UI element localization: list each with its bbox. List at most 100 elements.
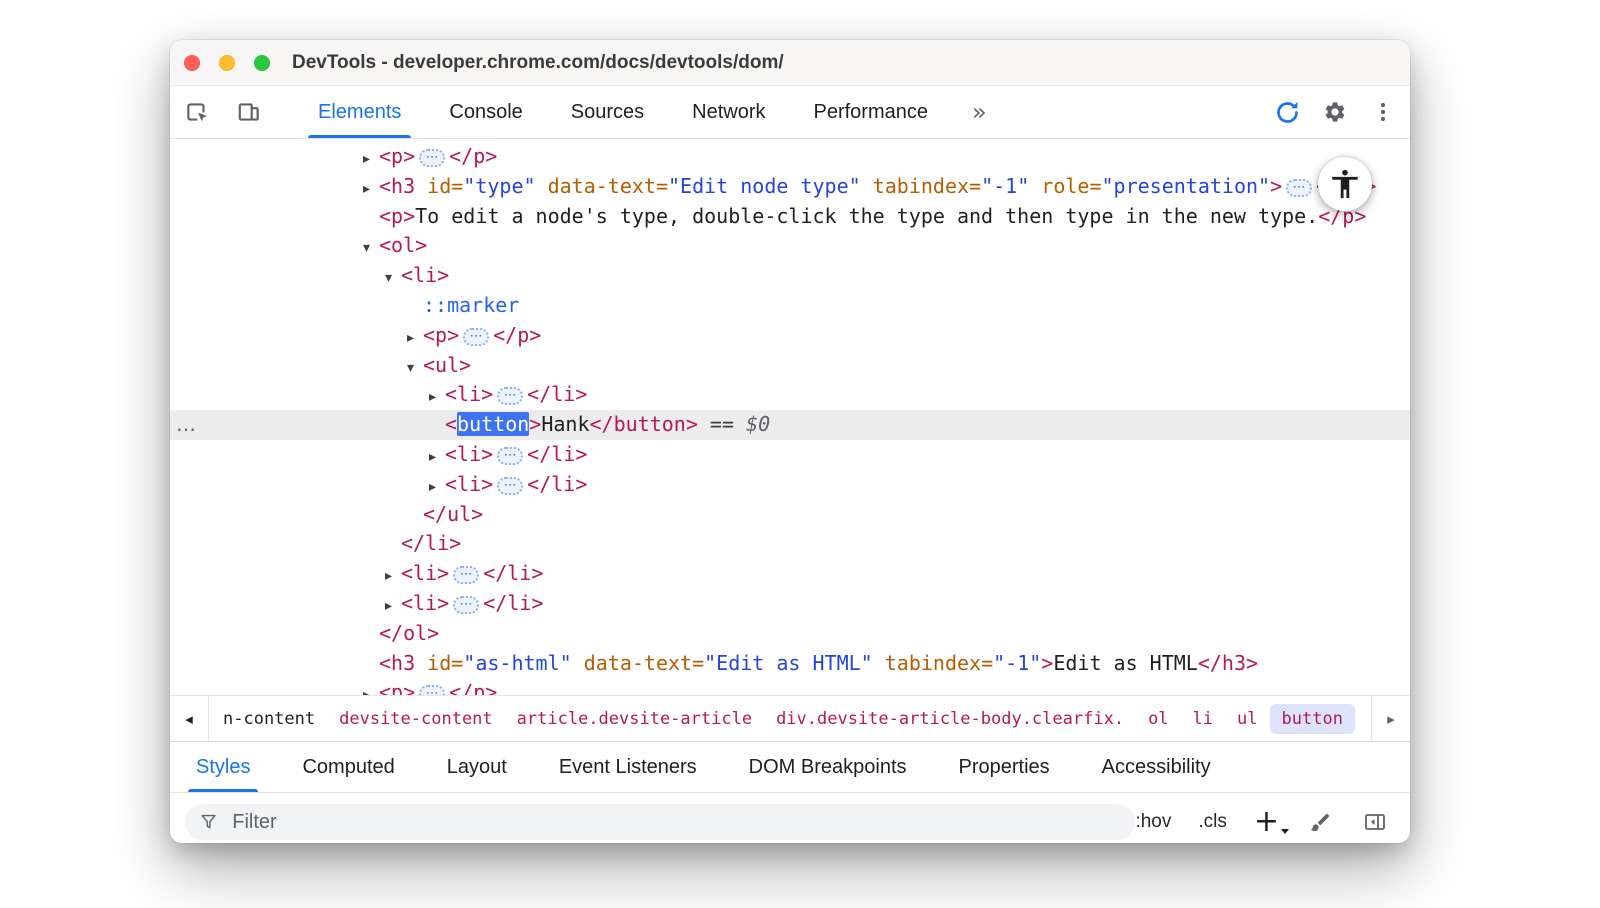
code-val: "type" (463, 174, 535, 198)
dom-tree-row[interactable]: ▸<p>⋯</p> (170, 321, 1410, 351)
dom-tree-row[interactable]: ▾<ol> (170, 231, 1410, 261)
disclosure-collapsed-icon[interactable]: ▸ (363, 175, 379, 205)
tab-elements[interactable]: Elements (294, 86, 425, 138)
expand-inline-icon[interactable]: ⋯ (419, 685, 445, 695)
breadcrumb-item-button[interactable]: button (1270, 704, 1355, 734)
dom-tree-row[interactable]: ▸<li>⋯</li> (170, 559, 1410, 589)
code-tag: > (1041, 651, 1053, 675)
code-tag: </li> (527, 442, 587, 466)
toggle-element-state-button[interactable]: :hov (1135, 811, 1171, 833)
tab-properties[interactable]: Properties (933, 742, 1076, 792)
reload-icon[interactable] (1268, 93, 1306, 131)
expand-inline-icon[interactable]: ⋯ (1286, 179, 1312, 197)
code-tag: <li> (445, 472, 493, 496)
breadcrumb-item-article-devsite-article[interactable]: article.devsite-article (505, 704, 764, 734)
dom-tree-row[interactable]: <h3 id="as-html" data-text="Edit as HTML… (170, 649, 1410, 679)
dom-tree-row[interactable]: </ol> (170, 619, 1410, 649)
dom-tree-row[interactable]: ▸<p>⋯</p> (170, 142, 1410, 172)
code-tag: </p> (449, 680, 497, 695)
disclosure-collapsed-icon[interactable]: ▸ (429, 383, 445, 413)
accessibility-cursor-icon (1318, 157, 1372, 211)
new-style-rule-button[interactable]: + (1254, 812, 1279, 832)
close-button[interactable] (184, 55, 200, 71)
styles-filter-input[interactable] (230, 810, 1121, 835)
panel-tabs: ElementsConsoleSourcesNetworkPerformance (294, 86, 952, 138)
tab-layout[interactable]: Layout (421, 742, 533, 792)
disclosure-expanded-icon[interactable]: ▾ (363, 234, 379, 264)
code-val: "-1" (993, 651, 1041, 675)
toggle-sidebar-icon[interactable] (1361, 808, 1389, 836)
tab-dom-breakpoints[interactable]: DOM Breakpoints (723, 742, 933, 792)
code-tag: </li> (527, 472, 587, 496)
row-more-actions-icon[interactable]: … (176, 410, 196, 440)
device-toolbar-icon[interactable] (230, 93, 268, 131)
expand-inline-icon[interactable]: ⋯ (463, 328, 489, 346)
dom-tree-row[interactable]: ▸<li>⋯</li> (170, 470, 1410, 500)
brush-icon[interactable] (1306, 808, 1334, 836)
breadcrumb-item-ol[interactable]: ol (1136, 704, 1180, 734)
tab-accessibility[interactable]: Accessibility (1076, 742, 1237, 792)
disclosure-collapsed-icon[interactable]: ▸ (429, 473, 445, 503)
dom-tree-row[interactable]: ▸<h3 id="type" data-text="Edit node type… (170, 172, 1410, 202)
tab-performance[interactable]: Performance (790, 86, 953, 138)
disclosure-collapsed-icon[interactable]: ▸ (363, 145, 379, 175)
tab-sources[interactable]: Sources (547, 86, 668, 138)
code-tag: <li> (401, 591, 449, 615)
styles-toolbar: :hov .cls + (170, 793, 1410, 843)
settings-icon[interactable] (1316, 93, 1354, 131)
disclosure-collapsed-icon[interactable]: ▸ (429, 443, 445, 473)
more-tabs-icon[interactable]: » (962, 86, 997, 138)
minimize-button[interactable] (219, 55, 235, 71)
dom-tree-row[interactable]: ▸<li>⋯</li> (170, 440, 1410, 470)
code-val: "as-html" (463, 651, 571, 675)
code-tag: <h3 (379, 174, 415, 198)
code-val: "-1" (981, 174, 1029, 198)
tab-event-listeners[interactable]: Event Listeners (533, 742, 723, 792)
breadcrumb-item-devsite-content[interactable]: devsite-content (327, 704, 505, 734)
dom-tree-row[interactable]: </ul> (170, 500, 1410, 530)
code-tag: </button> (590, 412, 698, 436)
expand-inline-icon[interactable]: ⋯ (497, 477, 523, 495)
inspect-icon[interactable] (178, 93, 216, 131)
code-text: Hank (541, 412, 589, 436)
dom-tree-row[interactable]: <p>To edit a node's type, double-click t… (170, 202, 1410, 232)
expand-inline-icon[interactable]: ⋯ (419, 149, 445, 167)
code-tag: > (1270, 174, 1282, 198)
breadcrumb-item-div-devsite-article-body-clearfix[interactable]: div.devsite-article-body.clearfix. (764, 704, 1136, 734)
breadcrumb-scroll-right-icon[interactable]: ▸ (1371, 696, 1410, 741)
breadcrumb-scroll-left-icon[interactable]: ◂ (170, 696, 209, 741)
dom-tree-row[interactable]: ▾<ul> (170, 351, 1410, 381)
disclosure-collapsed-icon[interactable]: ▸ (385, 592, 401, 622)
element-classes-button[interactable]: .cls (1198, 811, 1227, 833)
tab-computed[interactable]: Computed (276, 742, 420, 792)
disclosure-collapsed-icon[interactable]: ▸ (363, 681, 379, 695)
breadcrumb-item-li[interactable]: li (1181, 704, 1225, 734)
dom-tree-row[interactable]: ▸<li>⋯</li> (170, 589, 1410, 619)
disclosure-collapsed-icon[interactable]: ▸ (385, 562, 401, 592)
zoom-button[interactable] (254, 55, 270, 71)
dom-tree-row[interactable]: ▸<p>⋯</p> (170, 678, 1410, 695)
dom-tree-row[interactable]: ▸<li>⋯</li> (170, 380, 1410, 410)
expand-inline-icon[interactable]: ⋯ (497, 447, 523, 465)
disclosure-collapsed-icon[interactable]: ▸ (407, 324, 423, 354)
code-tag: <ul> (423, 353, 471, 377)
breadcrumb-item-ul[interactable]: ul (1225, 704, 1269, 734)
disclosure-expanded-icon[interactable]: ▾ (407, 354, 423, 384)
code-tag: <li> (445, 382, 493, 406)
dom-tree-row[interactable]: ▾<li> (170, 261, 1410, 291)
tab-styles[interactable]: Styles (170, 742, 276, 792)
disclosure-expanded-icon[interactable]: ▾ (385, 264, 401, 294)
breadcrumb-item-n-content[interactable]: n-content (211, 704, 327, 734)
breadcrumb-bar: ◂ n-contentdevsite-contentarticle.devsit… (170, 695, 1410, 742)
expand-inline-icon[interactable]: ⋯ (453, 566, 479, 584)
more-options-kebab-icon[interactable] (1364, 93, 1402, 131)
tab-console[interactable]: Console (425, 86, 546, 138)
expand-inline-icon[interactable]: ⋯ (453, 596, 479, 614)
tab-network[interactable]: Network (668, 86, 789, 138)
code-text: To edit a node's type, double-click the … (415, 204, 1318, 228)
styles-filter-field[interactable] (185, 804, 1135, 840)
dom-tree-row[interactable]: </li> (170, 529, 1410, 559)
dom-tree-row[interactable]: …<button>Hank</button> == $0 (170, 410, 1410, 440)
dom-tree-row[interactable]: ::marker (170, 291, 1410, 321)
expand-inline-icon[interactable]: ⋯ (497, 387, 523, 405)
